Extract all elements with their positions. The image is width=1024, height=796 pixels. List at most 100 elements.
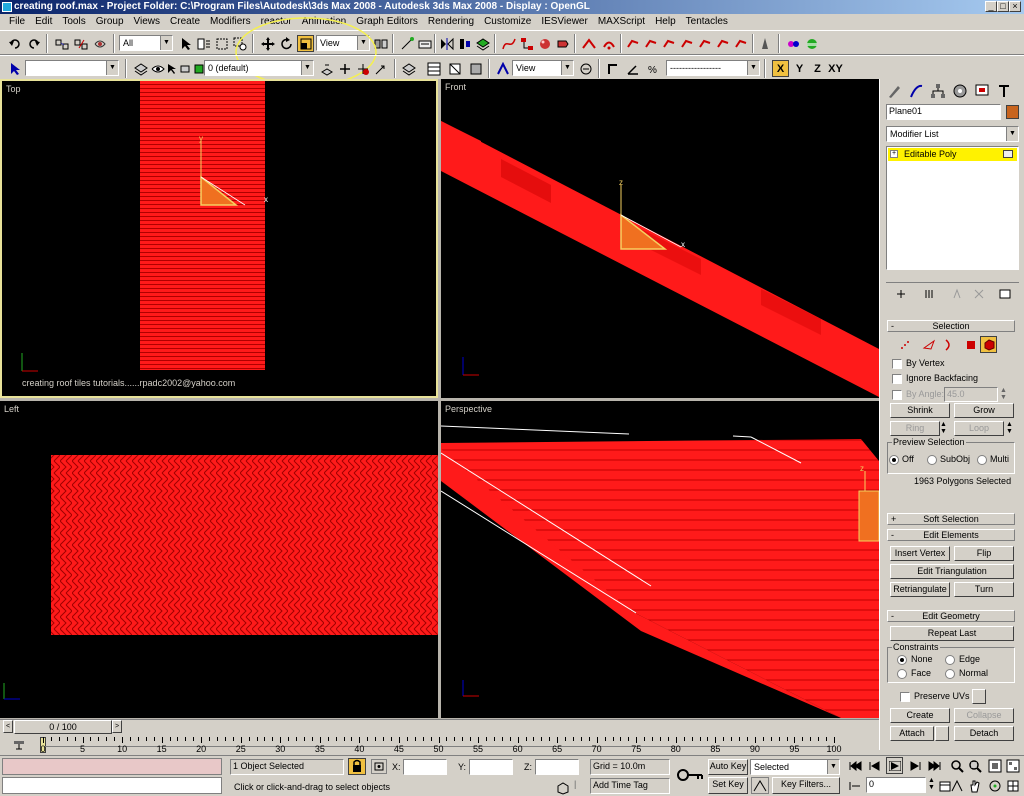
set-key-button[interactable]: Set Key: [708, 777, 748, 794]
by-angle-checkbox[interactable]: [892, 390, 902, 400]
menu-rendering[interactable]: Rendering: [423, 14, 479, 30]
time-prev-icon[interactable]: <: [3, 720, 13, 733]
time-tag-icon[interactable]: [554, 779, 571, 796]
curve-editor-icon[interactable]: [500, 35, 517, 52]
maximize-icon[interactable]: □: [997, 1, 1009, 12]
quick-render-icon[interactable]: [600, 35, 617, 52]
ring-button[interactable]: Ring: [890, 421, 940, 436]
tool-c-icon[interactable]: [660, 35, 677, 52]
add-layer-icon[interactable]: [318, 60, 335, 77]
constraint-face-radio[interactable]: [897, 669, 907, 679]
unlink-icon[interactable]: [72, 35, 89, 52]
zoom-icon[interactable]: [948, 757, 965, 774]
previous-frame-icon[interactable]: [866, 757, 883, 774]
set-current-layer-icon[interactable]: [372, 60, 389, 77]
tool-f-icon[interactable]: [714, 35, 731, 52]
time-slider-track[interactable]: < 0 / 100 >: [0, 719, 879, 734]
key-filters-button[interactable]: Key Filters...: [772, 777, 840, 794]
snap-icon[interactable]: [494, 60, 511, 77]
zoom-extents-icon[interactable]: [986, 757, 1003, 774]
by-vertex-checkbox[interactable]: [892, 359, 902, 369]
pan-hand-icon[interactable]: [966, 777, 983, 794]
add-to-layer-icon[interactable]: [336, 60, 353, 77]
vertex-mode-icon[interactable]: [896, 336, 913, 353]
default-in-out-tangent-icon[interactable]: [751, 777, 769, 794]
loop-button[interactable]: Loop: [954, 421, 1004, 436]
add-time-tag-field[interactable]: Add Time Tag: [590, 778, 670, 794]
axis-x-button[interactable]: X: [772, 60, 789, 77]
zoom-extents-all-icon[interactable]: [1004, 757, 1021, 774]
rollout-edit-geometry[interactable]: - Edit Geometry: [887, 610, 1015, 622]
polygon-mode-icon[interactable]: [962, 336, 979, 353]
rect-selection-region-icon[interactable]: [213, 35, 230, 52]
create-tab-icon[interactable]: [884, 82, 904, 100]
grid-icon[interactable]: [425, 60, 442, 77]
object-name-field[interactable]: Plane01: [886, 104, 1001, 120]
next-frame-icon[interactable]: [906, 757, 923, 774]
render-setup-icon[interactable]: [554, 35, 571, 52]
repeat-last-button[interactable]: Repeat Last: [890, 626, 1014, 641]
tool-j-icon[interactable]: [803, 35, 820, 52]
y-coord-field[interactable]: [469, 759, 513, 775]
menu-graph-editors[interactable]: Graph Editors: [351, 14, 423, 30]
menu-edit[interactable]: Edit: [30, 14, 57, 30]
key-mode-toggle-icon[interactable]: [846, 777, 863, 794]
go-to-end-icon[interactable]: [926, 757, 943, 774]
viewport-left[interactable]: Left: [0, 401, 438, 718]
tool-i-icon[interactable]: [784, 35, 801, 52]
element-mode-icon[interactable]: [980, 336, 997, 353]
angle-snap-icon[interactable]: [624, 60, 641, 77]
menu-animation[interactable]: Animation: [297, 14, 351, 30]
rollout-edit-elements[interactable]: - Edit Elements: [887, 529, 1015, 541]
menu-tentacles[interactable]: Tentacles: [681, 14, 733, 30]
axis-y-button[interactable]: Y: [791, 60, 808, 77]
tool-h-icon[interactable]: [756, 35, 773, 52]
show-end-result-icon[interactable]: [920, 285, 937, 302]
ignore-backfacing-checkbox[interactable]: [892, 374, 902, 384]
close-icon[interactable]: ×: [1009, 1, 1021, 12]
layer-stack-icon[interactable]: [400, 60, 417, 77]
attach-list-icon[interactable]: [935, 726, 949, 741]
configure-sets-icon[interactable]: [996, 285, 1013, 302]
insert-vertex-button[interactable]: Insert Vertex: [890, 546, 950, 561]
maximize-viewport-icon[interactable]: [1004, 777, 1021, 794]
modifier-list-dropdown[interactable]: Modifier List ▼: [886, 126, 1019, 142]
menu-tools[interactable]: Tools: [57, 14, 90, 30]
flip-button[interactable]: Flip: [954, 546, 1014, 561]
menu-views[interactable]: Views: [129, 14, 166, 30]
field-of-view-icon[interactable]: [948, 777, 965, 794]
viewport-top[interactable]: Top y x creating roof tiles tutorials...…: [0, 79, 438, 398]
menu-help[interactable]: Help: [650, 14, 681, 30]
menu-modifiers[interactable]: Modifiers: [205, 14, 256, 30]
link-icon[interactable]: [53, 35, 70, 52]
tool-a-icon[interactable]: [624, 35, 641, 52]
maxscript-listener-white[interactable]: [2, 777, 222, 794]
axis-z-button[interactable]: Z: [809, 60, 826, 77]
select-and-manipulate-icon[interactable]: [398, 35, 415, 52]
current-frame-field[interactable]: 0: [866, 777, 926, 793]
time-next-icon[interactable]: >: [112, 720, 122, 733]
menu-create[interactable]: Create: [165, 14, 205, 30]
retriangulate-button[interactable]: Retriangulate: [890, 582, 950, 597]
snap-toggle-icon[interactable]: [604, 60, 621, 77]
go-to-start-icon[interactable]: [846, 757, 863, 774]
layers-icon[interactable]: [132, 60, 149, 77]
stack-item-toggle-icon[interactable]: [1003, 150, 1013, 158]
percent-snap-icon[interactable]: %: [644, 60, 661, 77]
preview-off-radio[interactable]: [889, 455, 899, 465]
edit-triangulation-button[interactable]: Edit Triangulation: [890, 564, 1014, 579]
preview-subobj-radio[interactable]: [927, 455, 937, 465]
rollout-selection[interactable]: - Selection: [887, 320, 1015, 332]
zoom-all-icon[interactable]: [966, 757, 983, 774]
menu-maxscript[interactable]: MAXScript: [593, 14, 650, 30]
display-tab-icon[interactable]: [972, 82, 992, 100]
collapse-button[interactable]: Collapse: [954, 708, 1014, 723]
tool-b-icon[interactable]: [642, 35, 659, 52]
align-icon[interactable]: [456, 35, 473, 52]
auto-key-button[interactable]: Auto Key: [708, 759, 748, 775]
select-object-icon[interactable]: [177, 35, 194, 52]
redo-icon[interactable]: [25, 35, 42, 52]
by-angle-field[interactable]: 45.0: [944, 387, 998, 402]
tool-e-icon[interactable]: [696, 35, 713, 52]
render-frame-icon[interactable]: [580, 35, 597, 52]
